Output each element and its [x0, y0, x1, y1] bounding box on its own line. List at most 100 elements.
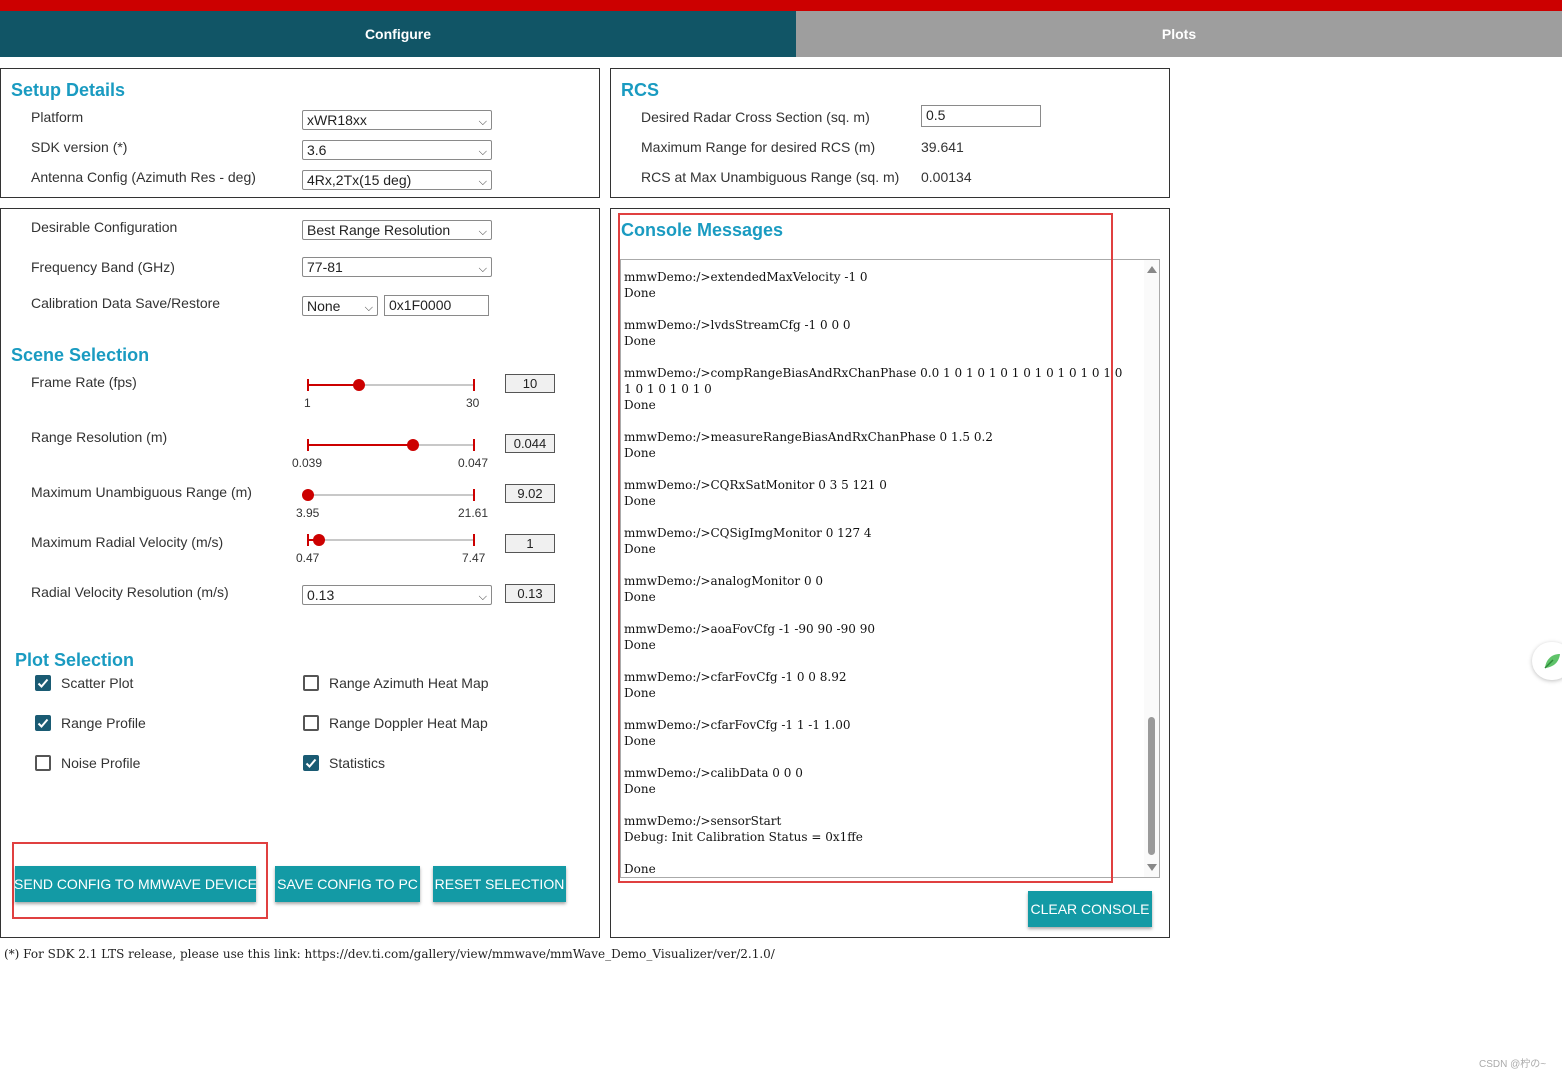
- slider-max-tick: [473, 439, 475, 451]
- max-range-rcs-label: Maximum Range for desired RCS (m): [641, 139, 876, 155]
- slider-fill: [307, 444, 413, 446]
- plot-selection-title: Plot Selection: [15, 650, 135, 670]
- max-velocity-label: Maximum Radial Velocity (m/s): [31, 534, 224, 550]
- scrollbar-thumb[interactable]: [1148, 717, 1155, 855]
- slider-track: [307, 494, 475, 496]
- max-velocity-max: 7.47: [462, 551, 486, 565]
- rcs-at-max-label: RCS at Max Unambiguous Range (sq. m): [641, 169, 900, 185]
- range-resolution-max: 0.047: [458, 456, 489, 470]
- chevron-down-icon: ⌵: [364, 302, 373, 314]
- slider-min-tick: [307, 379, 309, 391]
- max-range-value[interactable]: 9.02: [505, 484, 555, 503]
- desirable-config-value: Best Range Resolution: [307, 222, 451, 238]
- range-azimuth-label: Range Azimuth Heat Map: [329, 675, 489, 691]
- frame-rate-slider[interactable]: [307, 378, 475, 392]
- range-doppler-label: Range Doppler Heat Map: [329, 715, 488, 731]
- chevron-down-icon: ⌵: [478, 176, 487, 188]
- platform-select[interactable]: xWR18xx ⌵: [302, 110, 492, 130]
- scroll-down-icon[interactable]: [1147, 864, 1157, 871]
- range-profile-checkbox[interactable]: [35, 715, 51, 731]
- watermark: CSDN @柠の~: [1479, 1059, 1547, 1070]
- sdk-version-label: SDK version (*): [31, 139, 128, 155]
- max-velocity-slider[interactable]: [307, 533, 475, 547]
- send-config-button[interactable]: SEND CONFIG TO MMWAVE DEVICE: [14, 866, 257, 902]
- velocity-resolution-select[interactable]: 0.13 ⌵: [302, 585, 492, 605]
- max-range-label: Maximum Unambiguous Range (m): [31, 484, 252, 500]
- frame-rate-max: 30: [466, 396, 480, 410]
- sdk-version-select[interactable]: 3.6 ⌵: [302, 140, 492, 160]
- desirable-config-select[interactable]: Best Range Resolution ⌵: [302, 220, 492, 240]
- slider-max-tick: [473, 379, 475, 391]
- range-resolution-label: Range Resolution (m): [31, 429, 168, 445]
- max-range-slider[interactable]: [302, 488, 475, 502]
- calibration-mode-select[interactable]: None ⌵: [302, 296, 378, 316]
- range-resolution-value[interactable]: 0.044: [505, 434, 555, 453]
- chevron-down-icon: ⌵: [478, 226, 487, 238]
- chevron-down-icon: ⌵: [478, 263, 487, 275]
- scene-selection-title: Scene Selection: [11, 345, 150, 365]
- scatter-plot-checkbox[interactable]: [35, 675, 51, 691]
- footnote: (*) For SDK 2.1 LTS release, please use …: [4, 947, 775, 961]
- calibration-mode-value: None: [307, 298, 341, 314]
- range-azimuth-checkbox[interactable]: [303, 675, 319, 691]
- config-panel: [0, 208, 600, 938]
- tab-configure[interactable]: Configure: [0, 11, 796, 57]
- velocity-resolution-select-value: 0.13: [307, 587, 335, 603]
- scroll-up-icon[interactable]: [1147, 266, 1157, 273]
- slider-min-tick: [307, 439, 309, 451]
- save-config-button[interactable]: SAVE CONFIG TO PC: [275, 866, 420, 902]
- checkmark-icon: [37, 718, 49, 728]
- reset-selection-button[interactable]: RESET SELECTION: [433, 866, 566, 902]
- floating-assistant-icon[interactable]: [1532, 642, 1562, 680]
- slider-thumb[interactable]: [302, 489, 314, 501]
- calibration-label: Calibration Data Save/Restore: [31, 295, 221, 311]
- frame-rate-value[interactable]: 10: [505, 374, 555, 393]
- checkmark-icon: [37, 678, 49, 688]
- chevron-down-icon: ⌵: [478, 591, 487, 603]
- max-range-rcs-value: 39.641: [921, 139, 964, 155]
- rcs-at-max-value: 0.00134: [921, 169, 972, 185]
- max-range-max: 21.61: [458, 506, 489, 520]
- frequency-band-value: 77-81: [307, 259, 343, 275]
- platform-label: Platform: [31, 109, 84, 125]
- antenna-config-select[interactable]: 4Rx,2Tx(15 deg) ⌵: [302, 170, 492, 190]
- slider-thumb[interactable]: [312, 534, 325, 546]
- platform-value: xWR18xx: [307, 112, 367, 128]
- console-highlight: [618, 213, 1113, 883]
- checkmark-icon: [305, 758, 317, 768]
- frame-rate-label: Frame Rate (fps): [31, 374, 137, 390]
- range-profile-label: Range Profile: [61, 715, 146, 731]
- frame-rate-min: 1: [304, 396, 311, 410]
- setup-details-title: Setup Details: [11, 80, 126, 100]
- antenna-config-value: 4Rx,2Tx(15 deg): [307, 172, 412, 188]
- frequency-band-select[interactable]: 77-81 ⌵: [302, 257, 492, 277]
- slider-min-tick: [307, 534, 309, 546]
- chevron-down-icon: ⌵: [478, 116, 487, 128]
- slider-thumb[interactable]: [353, 379, 366, 391]
- velocity-resolution-value: 0.13: [505, 584, 555, 603]
- noise-profile-label: Noise Profile: [61, 755, 141, 771]
- slider-track: [307, 539, 475, 541]
- scrollbar[interactable]: [1144, 260, 1159, 877]
- frequency-band-label: Frequency Band (GHz): [31, 259, 175, 275]
- top-accent-bar: [0, 0, 1562, 11]
- calibration-address-input[interactable]: 0x1F0000: [384, 295, 489, 316]
- range-resolution-slider[interactable]: [307, 438, 475, 452]
- velocity-resolution-label: Radial Velocity Resolution (m/s): [31, 584, 229, 600]
- range-doppler-checkbox[interactable]: [303, 715, 319, 731]
- statistics-checkbox[interactable]: [303, 755, 319, 771]
- desired-rcs-label: Desired Radar Cross Section (sq. m): [641, 109, 870, 125]
- slider-thumb[interactable]: [406, 439, 419, 451]
- noise-profile-checkbox[interactable]: [35, 755, 51, 771]
- tab-plots[interactable]: Plots: [796, 11, 1562, 57]
- rcs-title: RCS: [621, 80, 660, 100]
- desired-rcs-input[interactable]: 0.5: [921, 105, 1041, 127]
- max-range-min: 3.95: [296, 506, 320, 520]
- chevron-down-icon: ⌵: [478, 146, 487, 158]
- slider-max-tick: [473, 489, 475, 501]
- statistics-label: Statistics: [329, 755, 386, 771]
- leaf-icon: [1544, 654, 1560, 669]
- clear-console-button[interactable]: CLEAR CONSOLE: [1028, 891, 1152, 927]
- slider-max-tick: [473, 534, 475, 546]
- max-velocity-value[interactable]: 1: [505, 534, 555, 553]
